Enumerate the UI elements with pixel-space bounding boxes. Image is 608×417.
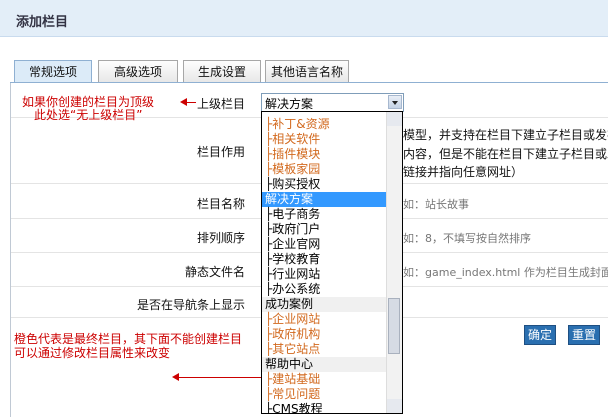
scroll-down-icon[interactable]	[387, 399, 402, 413]
dropdown-option[interactable]: ├插件模块	[262, 147, 386, 162]
dropdown-option[interactable]: ├购买授权	[262, 177, 386, 192]
dropdown-option[interactable]: ├相关软件	[262, 132, 386, 147]
name-hint: 如：站长故事	[403, 198, 469, 211]
dropdown-option[interactable]: ├学校教育	[262, 252, 386, 267]
dropdown-option[interactable]: ├企业官网	[262, 237, 386, 252]
dropdown-option[interactable]: ├模板家园	[262, 162, 386, 177]
dropdown-option[interactable]: ├企业网站	[262, 312, 386, 327]
role-text-3: 链接并指向任意网址）	[403, 165, 524, 179]
chevron-down-icon	[392, 101, 398, 105]
dropdown-option[interactable]: 成功案例	[262, 297, 386, 312]
dropdown-option[interactable]: ├政府机构	[262, 327, 386, 342]
dropdown-option[interactable]: ├办公系统	[262, 282, 386, 297]
parent-category-select[interactable]: 解决方案	[261, 93, 404, 112]
order-hint: 如：8，不填写按自然排序	[403, 232, 531, 245]
role-label: 栏目作用	[197, 145, 246, 159]
dropdown-option[interactable]: ├行业网站	[262, 267, 386, 282]
bottom-note-line1: 橙色代表是最终栏目，其下面不能创建栏目	[14, 332, 243, 346]
arrow-head-icon	[180, 98, 187, 106]
reset-button[interactable]: 重置	[568, 325, 601, 345]
top-note-arrow	[180, 98, 196, 106]
category-dropdown-list[interactable]: ├补丁&资源 ├相关软件 ├插件模块 ├模板家园 ├购买授权 解决方案 ├电子商务 ├政府门户…	[261, 111, 403, 414]
tab-other-languages[interactable]: 其他语言名称	[265, 60, 349, 83]
dropdown-option[interactable]: ├常见问题	[262, 387, 386, 402]
dropdown-option[interactable]: ├电子商务	[262, 207, 386, 222]
confirm-button[interactable]: 确定	[524, 325, 557, 345]
tab-advanced[interactable]: 高级选项	[98, 60, 178, 83]
dropdown-option[interactable]: ├补丁&资源	[262, 117, 386, 132]
static-hint: 如：game_index.html 作为栏目生成封面	[403, 266, 608, 279]
dropdown-option[interactable]: ├CMS教程	[262, 402, 386, 413]
dropdown-option[interactable]: ├政府门户	[262, 222, 386, 237]
top-note-line1: 如果你创建的栏目为顶级	[22, 95, 155, 109]
scroll-thumb[interactable]	[388, 298, 400, 354]
role-text-2: 内容，但是不能在栏目下建立子栏目或发布	[403, 147, 608, 161]
dropdown-option[interactable]: ├其它站点	[262, 342, 386, 357]
page-title: 添加栏目	[16, 15, 69, 30]
name-label: 栏目名称	[197, 197, 246, 211]
parent-label: 上级栏目	[197, 97, 246, 111]
nav-label: 是否在导航条上显示	[137, 298, 246, 312]
bottom-note-line2: 可以通过修改栏目属性来改变	[14, 346, 171, 360]
arrow-head-icon	[172, 373, 179, 381]
parent-category-value: 解决方案	[265, 97, 314, 111]
dropdown-option[interactable]: ├建站基础	[262, 372, 386, 387]
order-label: 排列顺序	[197, 231, 246, 245]
top-note-line2: 此处选“无上级栏目”	[34, 108, 143, 122]
dropdown-scrollbar[interactable]	[386, 112, 402, 413]
static-label: 静态文件名	[185, 265, 246, 279]
page-header: 添加栏目	[0, 0, 608, 37]
role-text-1: 模型，并支持在栏目下建立子栏目或发布	[403, 128, 608, 142]
scroll-up-icon[interactable]	[387, 112, 402, 126]
bottom-note-arrow	[172, 373, 262, 381]
dropdown-option[interactable]: 帮助中心	[262, 357, 386, 372]
tab-generate[interactable]: 生成设置	[183, 60, 261, 83]
dropdown-option[interactable]: 解决方案	[262, 192, 386, 207]
tab-general[interactable]: 常规选项	[14, 60, 92, 83]
dropdown-toggle[interactable]	[388, 95, 402, 109]
